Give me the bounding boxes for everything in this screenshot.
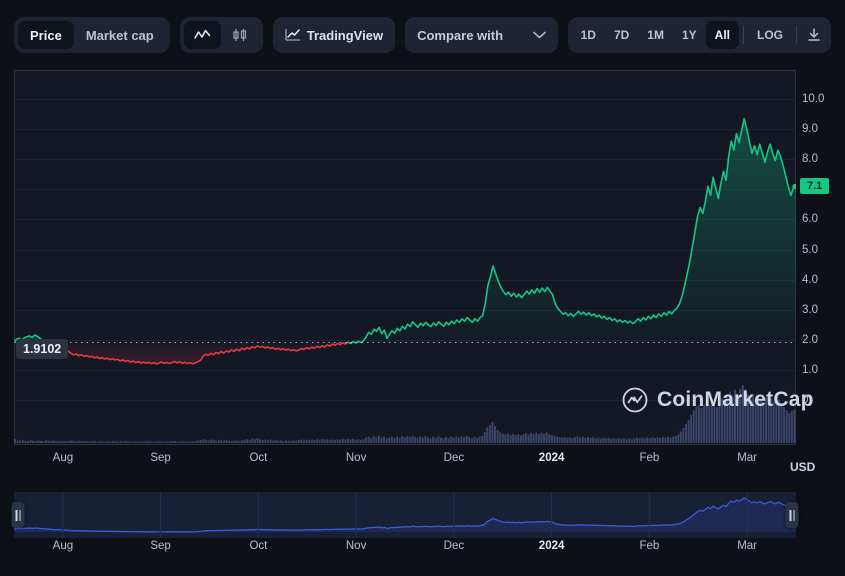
navigator-selection[interactable] bbox=[14, 492, 796, 538]
y-axis-tick: 5.0 bbox=[802, 243, 818, 256]
metric-toggle-group: Price Market cap bbox=[14, 17, 170, 53]
y-axis-tick: 6.0 bbox=[802, 213, 818, 226]
range-selector-group: 1D 7D 1M 1Y All LOG bbox=[567, 17, 831, 53]
range-navigator[interactable] bbox=[11, 492, 799, 538]
range-7d[interactable]: 7D bbox=[605, 21, 638, 49]
grip-line-icon bbox=[793, 509, 795, 521]
x-axis-tick: Nov bbox=[345, 452, 367, 464]
range-all[interactable]: All bbox=[705, 21, 739, 49]
x-axis-tick: Aug bbox=[52, 540, 74, 552]
y-axis-tick: 9.0 bbox=[802, 123, 818, 136]
navigator-handle-left[interactable] bbox=[11, 502, 25, 528]
x-axis-tick: Mar bbox=[737, 452, 757, 464]
range-1d[interactable]: 1D bbox=[572, 21, 605, 49]
tradingview-icon bbox=[285, 28, 301, 42]
range-1y[interactable]: 1Y bbox=[673, 21, 706, 49]
chart-type-candles-button[interactable] bbox=[221, 21, 259, 49]
x-axis-tick: Feb bbox=[639, 452, 660, 464]
range-1m[interactable]: 1M bbox=[638, 21, 673, 49]
main-chart-area[interactable] bbox=[14, 70, 796, 445]
toolbar-divider-1 bbox=[743, 26, 744, 44]
tab-market-cap[interactable]: Market cap bbox=[74, 21, 166, 49]
x-axis-tick: 2024 bbox=[538, 452, 565, 464]
line-chart-icon bbox=[193, 28, 211, 42]
tradingview-label: TradingView bbox=[306, 27, 384, 43]
x-axis-tick: Sep bbox=[150, 540, 171, 552]
y-axis-tick: 10.0 bbox=[802, 93, 825, 105]
x-axis-tick: 2024 bbox=[538, 540, 565, 552]
y-axis-tick: 3.0 bbox=[802, 303, 818, 316]
chart-toolbar: Price Market cap TradingView Compare wit… bbox=[0, 0, 845, 70]
grip-line-icon bbox=[19, 509, 21, 521]
x-axis-tick: Dec bbox=[443, 540, 465, 552]
log-scale-toggle[interactable]: LOG bbox=[748, 21, 792, 49]
y-axis-tick: 8.0 bbox=[802, 153, 818, 166]
y-axis-labels: 01.02.03.04.05.06.07.08.09.010.07.1 bbox=[798, 70, 845, 445]
compare-with-label: Compare with bbox=[417, 27, 504, 43]
y-axis-tick: 4.0 bbox=[802, 273, 818, 286]
grip-line-icon bbox=[789, 509, 791, 521]
y-axis-tick: 0 bbox=[802, 394, 809, 406]
candlestick-chart-icon bbox=[231, 28, 249, 42]
download-button[interactable] bbox=[801, 22, 827, 48]
toolbar-divider-2 bbox=[796, 26, 797, 44]
x-axis-tick: Mar bbox=[737, 540, 757, 552]
chart-type-line-button[interactable] bbox=[183, 21, 221, 49]
tradingview-button[interactable]: TradingView bbox=[272, 17, 396, 53]
x-axis-labels: Aug Sep Oct Nov Dec 2024 Feb Mar bbox=[14, 452, 796, 472]
current-price-badge: 7.1 bbox=[800, 178, 830, 195]
y-axis-currency-label: USD bbox=[790, 460, 816, 474]
tab-price[interactable]: Price bbox=[18, 21, 74, 49]
chevron-down-icon bbox=[532, 31, 546, 39]
chart-type-group bbox=[179, 17, 263, 53]
anchor-price-label: 1.9102 bbox=[16, 338, 69, 359]
compare-with-dropdown[interactable]: Compare with bbox=[405, 17, 558, 53]
download-icon bbox=[806, 27, 822, 43]
grip-line-icon bbox=[15, 509, 17, 521]
y-axis-tick: 1.0 bbox=[802, 363, 818, 376]
x-axis-tick: Feb bbox=[639, 540, 660, 552]
x-axis-tick: Oct bbox=[249, 540, 268, 552]
y-axis-tick: 2.0 bbox=[802, 333, 818, 346]
price-chart-widget: Price Market cap TradingView Compare wit… bbox=[0, 0, 845, 576]
x-axis-tick: Nov bbox=[345, 540, 367, 552]
x-axis-tick: Oct bbox=[249, 452, 268, 464]
navigator-handle-right[interactable] bbox=[785, 502, 799, 528]
price-chart-svg bbox=[14, 70, 796, 445]
x-axis-tick: Dec bbox=[443, 452, 465, 464]
x-axis-tick: Sep bbox=[150, 452, 171, 464]
navigator-x-axis-labels: Aug Sep Oct Nov Dec 2024 Feb Mar bbox=[14, 540, 796, 560]
x-axis-tick: Aug bbox=[52, 452, 74, 464]
